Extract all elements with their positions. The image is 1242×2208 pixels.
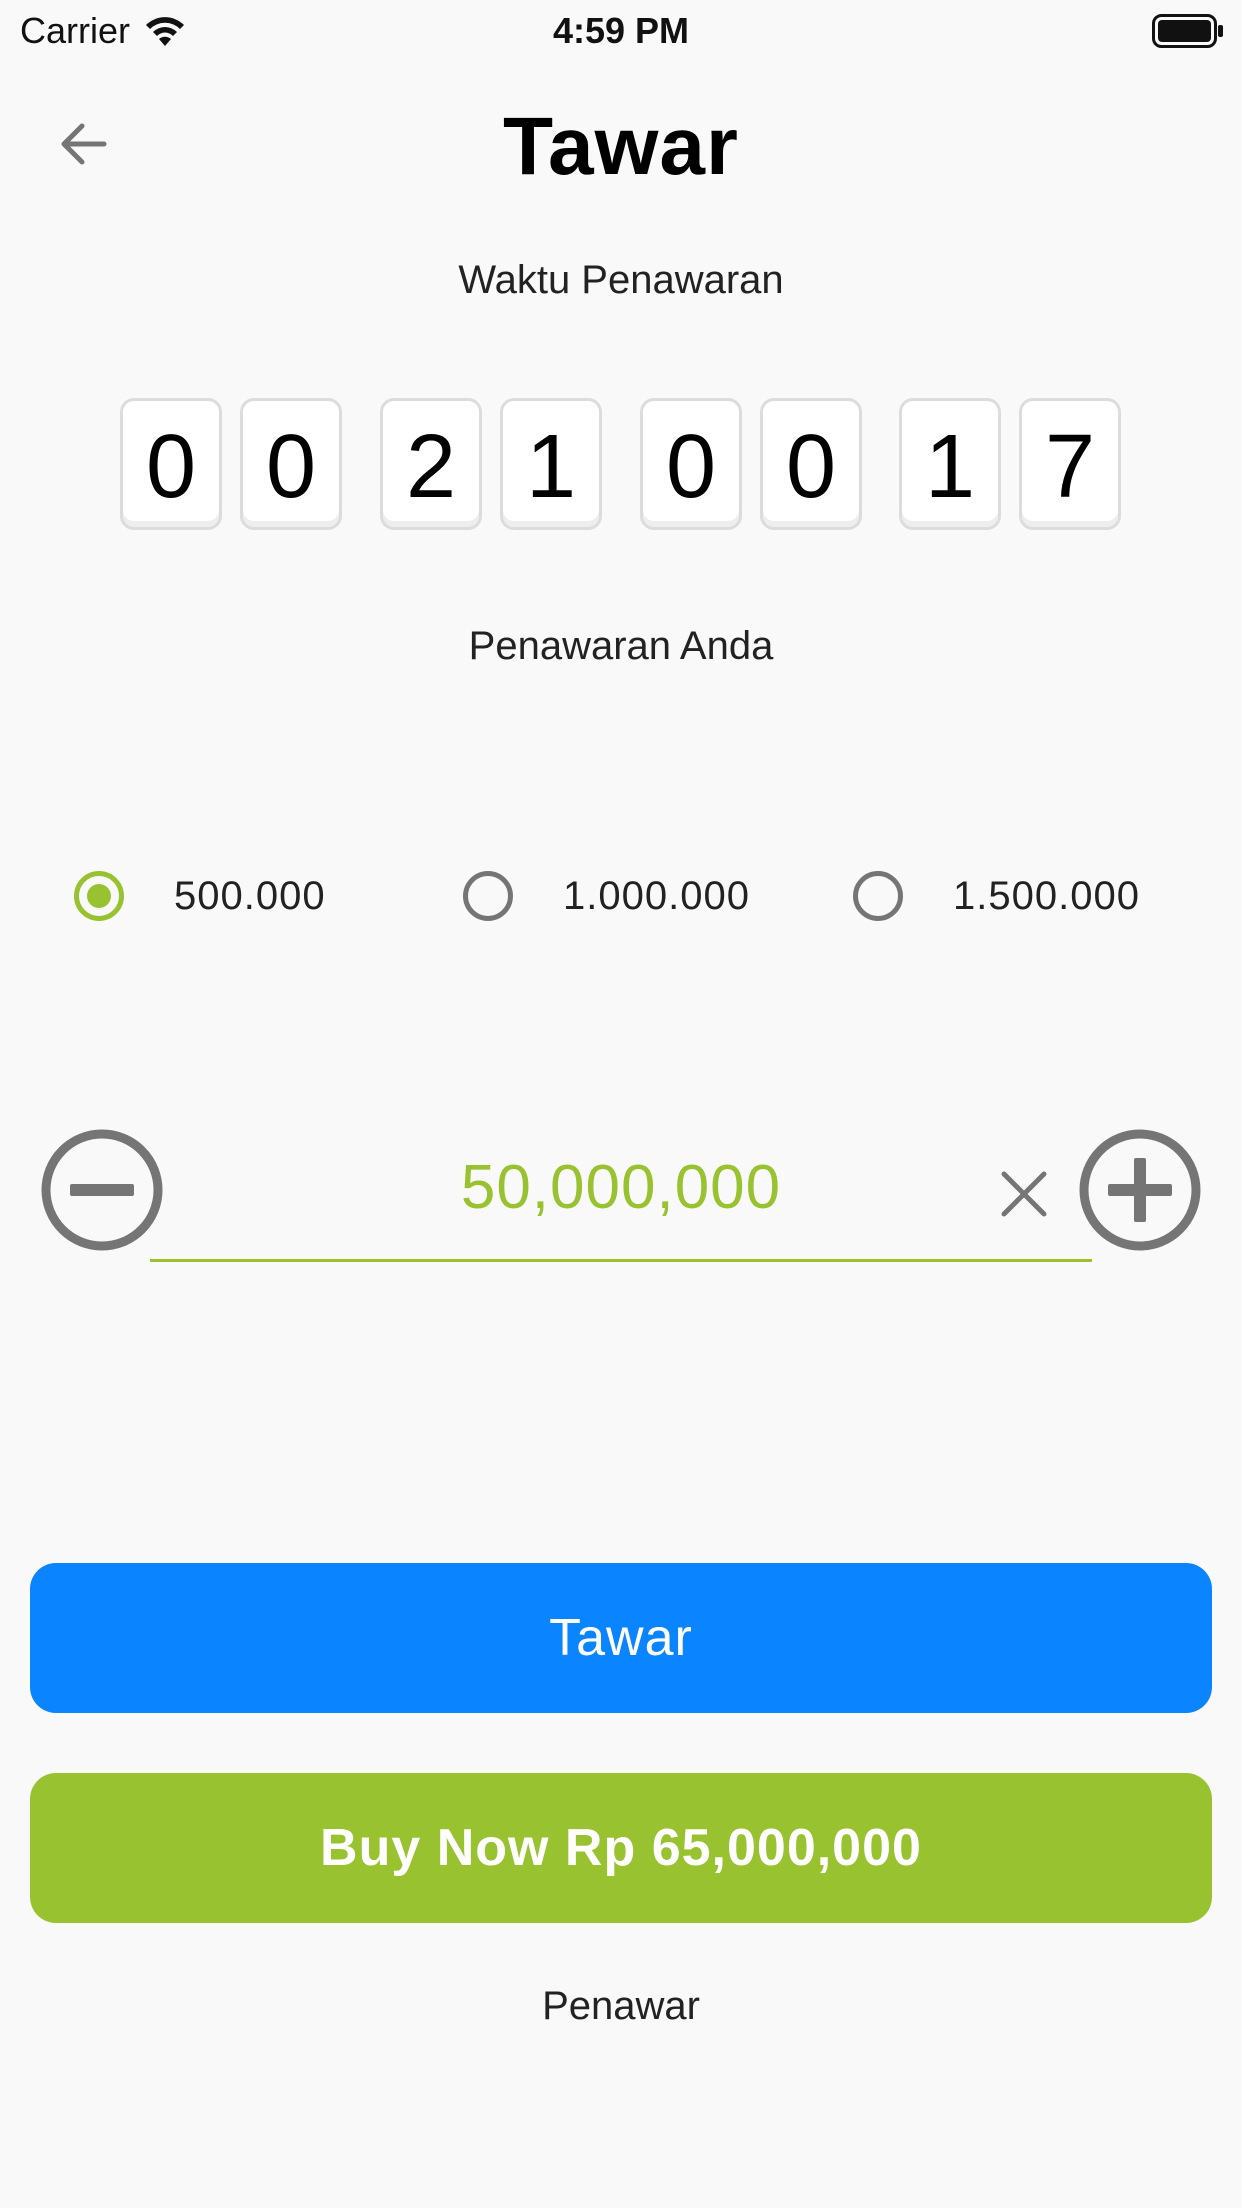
increment-option-1000000[interactable]: 1.000.000 — [463, 866, 750, 926]
buy-now-button[interactable]: Buy Now Rp 65,000,000 — [30, 1773, 1212, 1923]
offer-label: Penawaran Anda — [468, 624, 774, 668]
countdown-digit: 2 — [380, 398, 482, 530]
close-icon[interactable] — [996, 1166, 1052, 1222]
countdown-digit: 1 — [899, 398, 1001, 530]
plus-circle-icon[interactable] — [1078, 1128, 1202, 1252]
bid-button[interactable]: Tawar — [30, 1563, 1212, 1713]
status-bar: Carrier 4:59 PM — [0, 0, 1242, 60]
radio-selected-icon[interactable] — [74, 871, 124, 921]
increment-option-label: 1.000.000 — [563, 873, 750, 918]
radio-unselected-icon[interactable] — [463, 871, 513, 921]
countdown-digit: 1 — [500, 398, 602, 530]
countdown-digit: 7 — [1019, 398, 1121, 530]
page-title: Tawar — [503, 101, 739, 192]
countdown-digit: 0 — [120, 398, 222, 530]
battery-full-icon — [1152, 14, 1223, 48]
countdown-digit: 0 — [760, 398, 862, 530]
bid-amount-field[interactable]: 50,000,000 — [150, 1130, 1092, 1262]
bidders-label: Penawar — [542, 1984, 700, 2028]
bid-screen: Carrier 4:59 PM Tawar Waktu Penawaran 0 … — [0, 0, 1242, 2208]
bid-amount-value[interactable]: 50,000,000 — [150, 1152, 1092, 1223]
radio-unselected-icon[interactable] — [853, 871, 903, 921]
status-time: 4:59 PM — [552, 10, 690, 51]
countdown-label: Waktu Penawaran — [458, 258, 784, 302]
countdown-timer: 0 0 2 1 0 0 1 7 — [0, 398, 1242, 534]
increment-option-500000[interactable]: 500.000 — [74, 866, 326, 926]
countdown-digit: 0 — [640, 398, 742, 530]
countdown-digit: 0 — [240, 398, 342, 530]
increment-option-label: 500.000 — [174, 873, 326, 918]
increment-option-1500000[interactable]: 1.500.000 — [853, 866, 1140, 926]
minus-circle-icon[interactable] — [40, 1128, 164, 1252]
increment-option-label: 1.500.000 — [953, 873, 1140, 918]
